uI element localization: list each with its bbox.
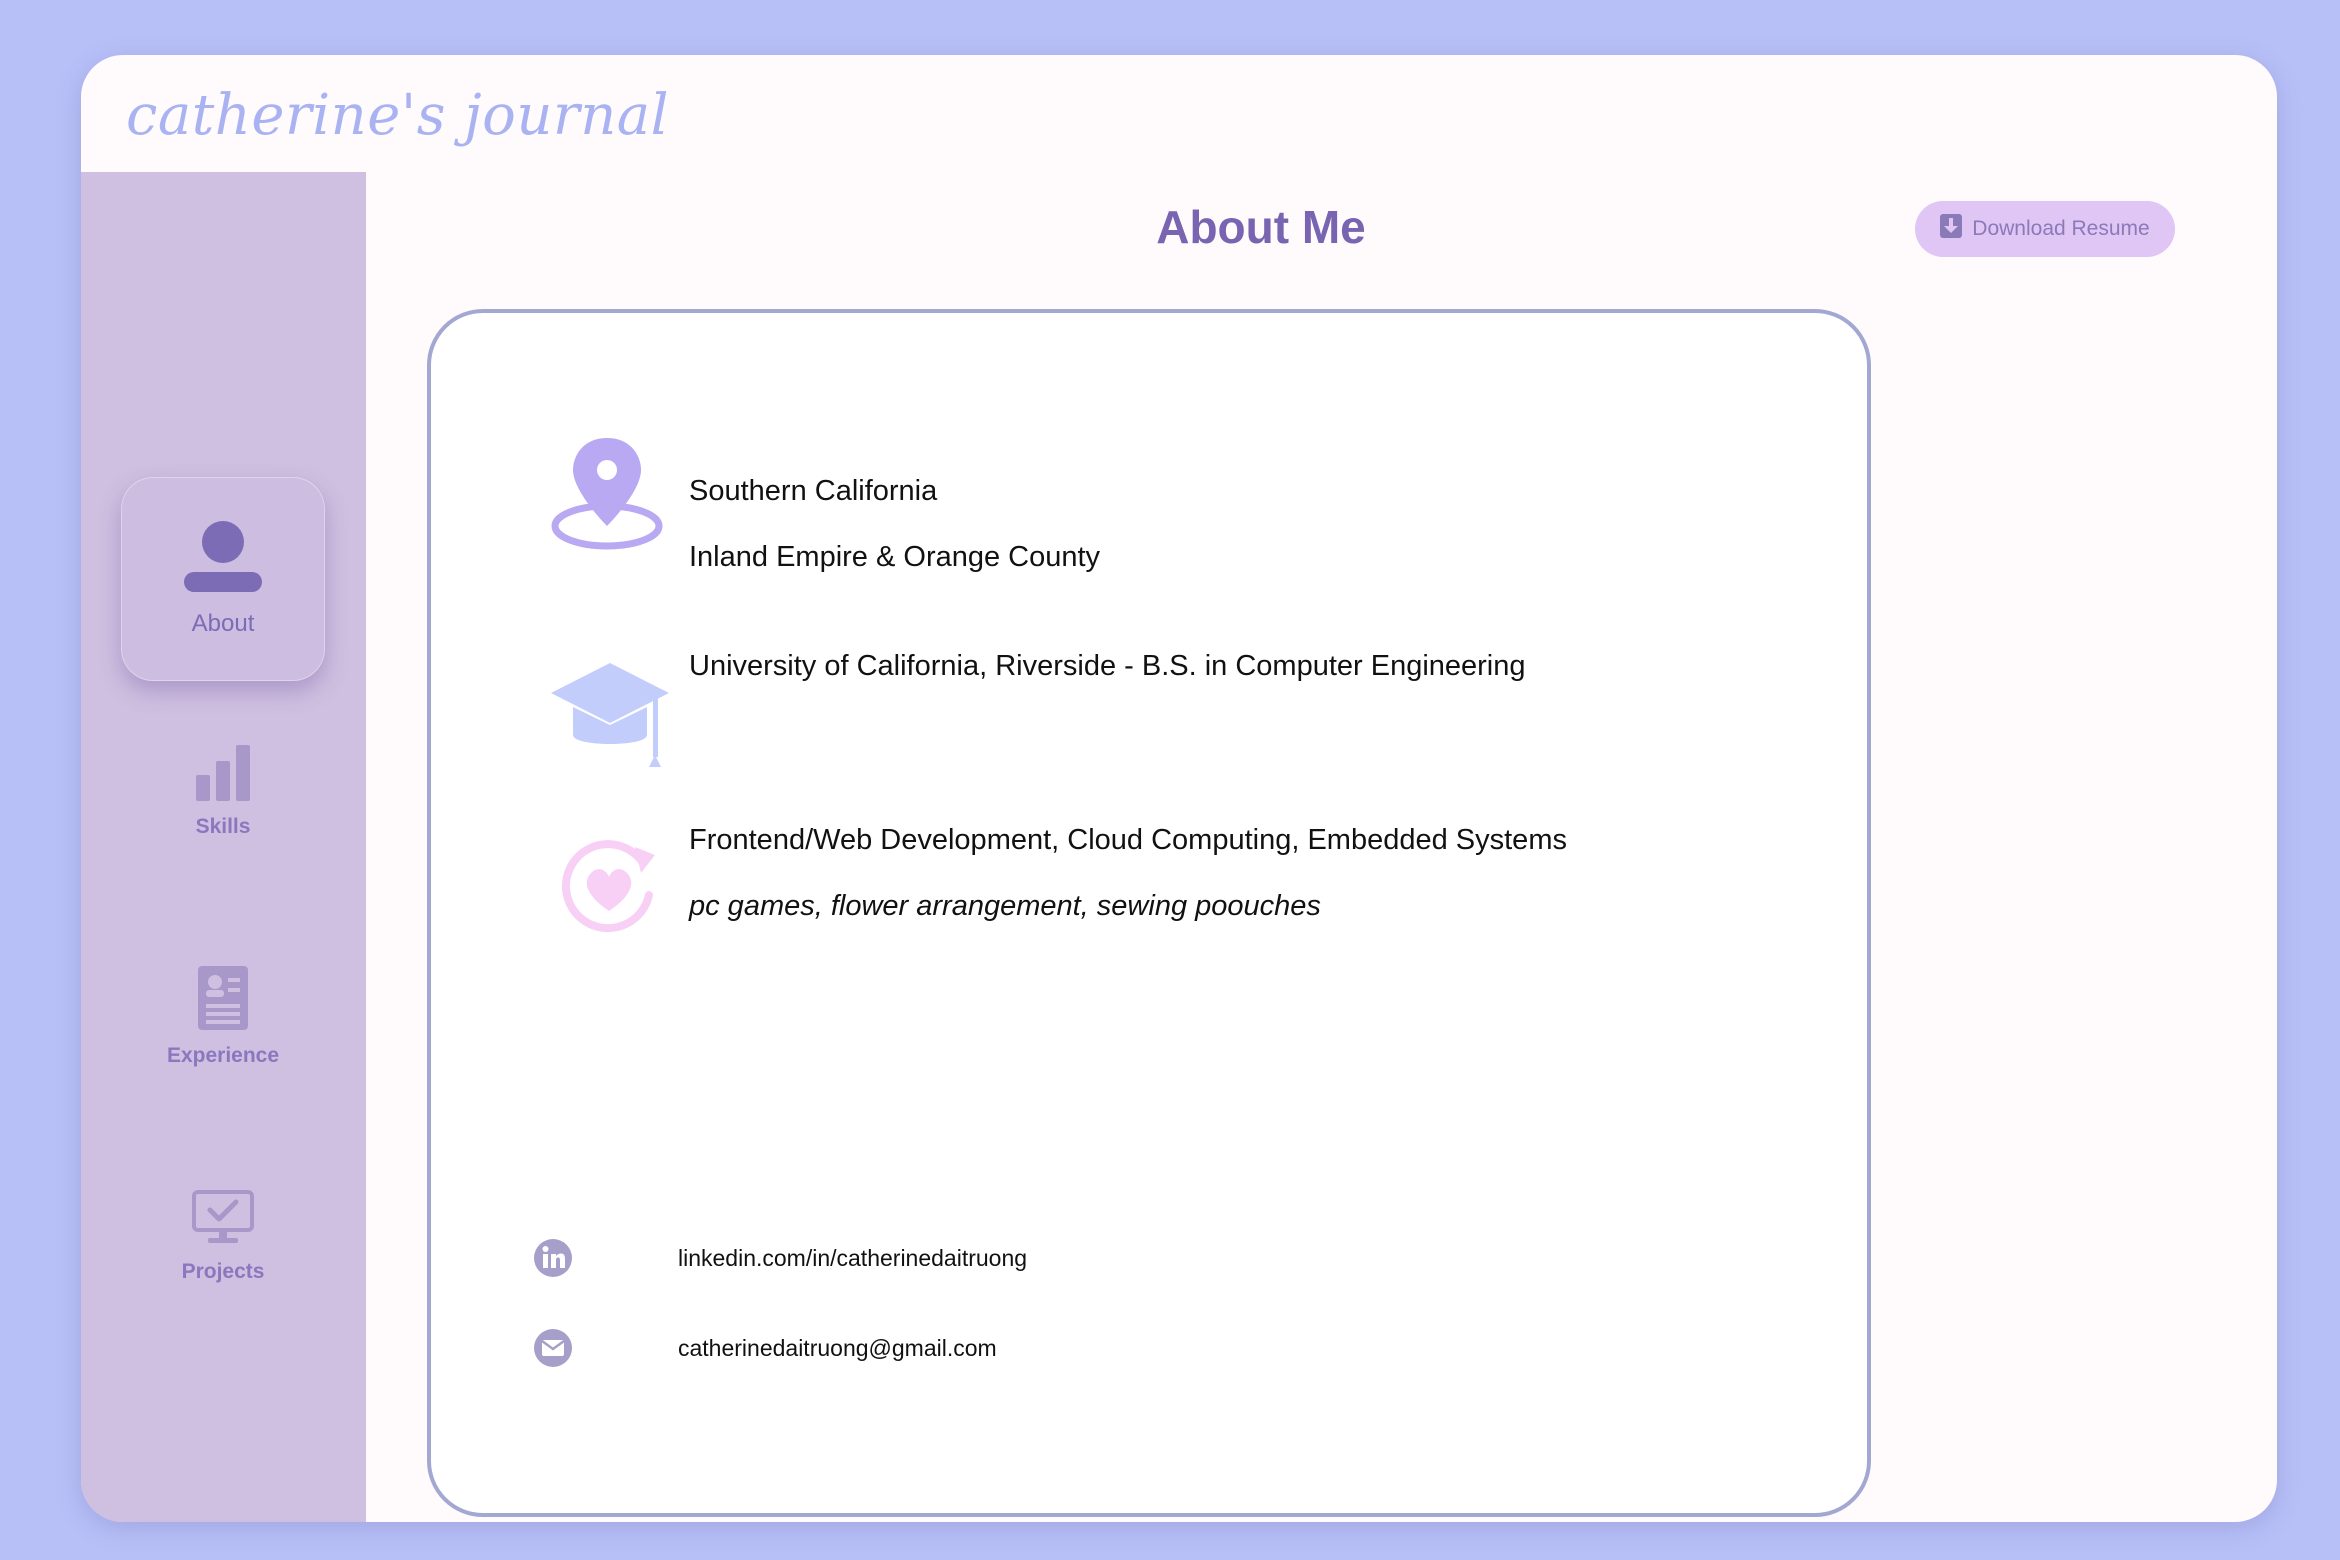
- email-icon[interactable]: [533, 1328, 573, 1372]
- app-window: catherine's journal About Skills Experie…: [81, 55, 2277, 1522]
- interests-text: Frontend/Web Development, Cloud Computin…: [689, 824, 1567, 856]
- location-line-2: Inland Empire & Orange County: [689, 541, 1101, 573]
- about-card: Southern California Inland Empire & Oran…: [427, 309, 1871, 1517]
- heart-refresh-icon: [555, 833, 663, 945]
- sidebar-item-about[interactable]: About: [121, 477, 325, 681]
- download-icon: [1940, 214, 1963, 244]
- location-pin-icon: [549, 438, 665, 554]
- sidebar-item-label: Experience: [166, 1044, 280, 1067]
- resume-icon: [198, 966, 248, 1034]
- sidebar: About Skills Experience Projects: [81, 172, 366, 1522]
- page-title: About Me: [1156, 201, 1366, 253]
- email-link[interactable]: catherinedaitruong@gmail.com: [678, 1335, 997, 1362]
- brand-logo[interactable]: catherine's journal: [126, 83, 669, 148]
- hobbies-text: pc games, flower arrangement, sewing poo…: [689, 890, 1321, 922]
- graduation-cap-icon: [549, 663, 671, 777]
- education-text: University of California, Riverside - B.…: [689, 650, 1526, 682]
- location-line-1: Southern California: [689, 475, 938, 507]
- sidebar-item-label: Projects: [181, 1260, 265, 1283]
- sidebar-item-skills[interactable]: Skills: [121, 717, 325, 867]
- person-icon: [181, 520, 265, 600]
- bar-chart-icon: [194, 745, 252, 805]
- sidebar-item-experience[interactable]: Experience: [121, 942, 325, 1092]
- linkedin-link[interactable]: linkedin.com/in/catherinedaitruong: [678, 1245, 1027, 1272]
- linkedin-icon[interactable]: [533, 1238, 573, 1282]
- download-resume-label: Download Resume: [1972, 217, 2150, 240]
- sidebar-item-projects[interactable]: Projects: [121, 1162, 325, 1312]
- sidebar-item-label: Skills: [195, 815, 251, 838]
- sidebar-item-label: About: [191, 610, 255, 637]
- monitor-check-icon: [192, 1190, 254, 1250]
- download-resume-button[interactable]: Download Resume: [1915, 201, 2175, 257]
